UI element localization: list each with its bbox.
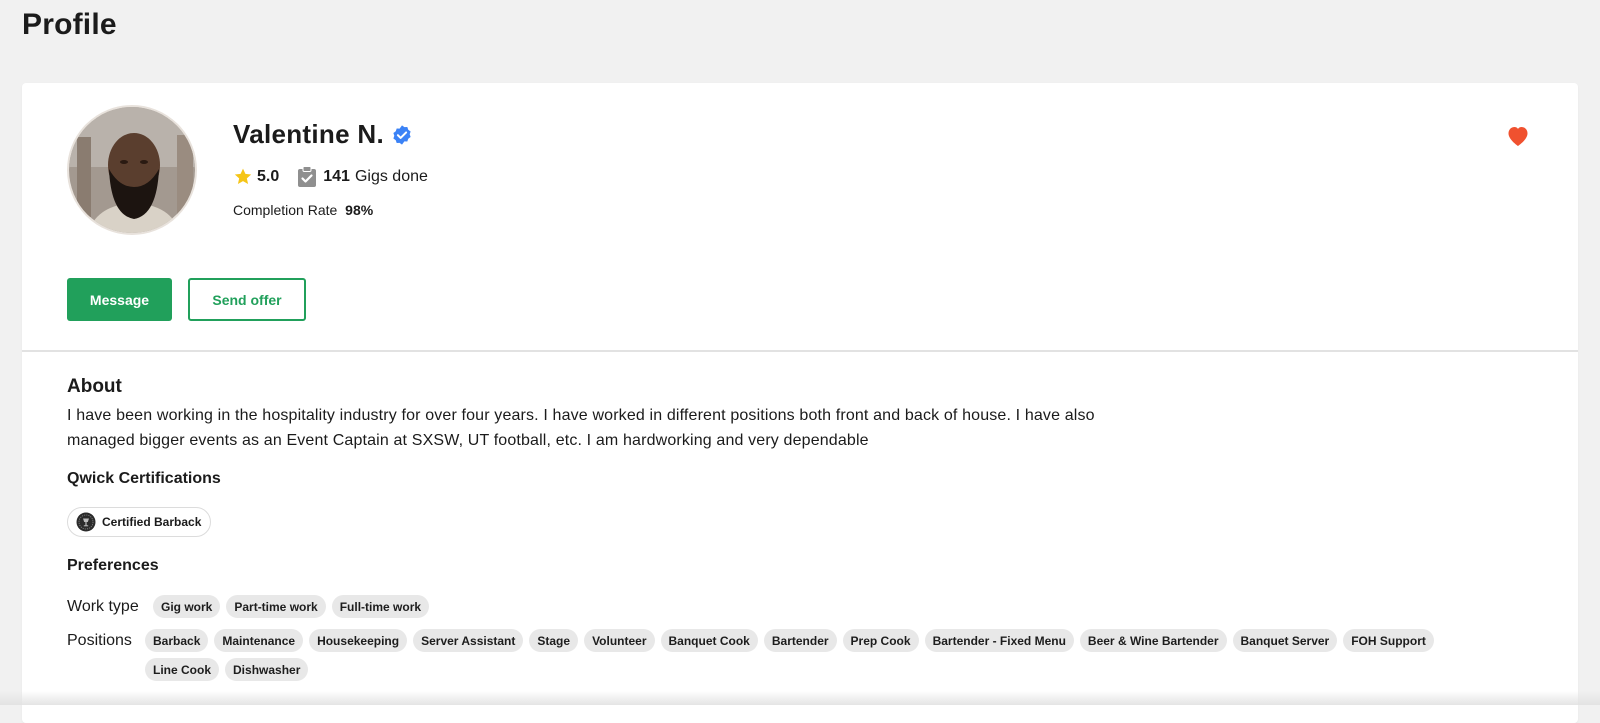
positions-row: Positions Barback Maintenance Housekeepi… xyxy=(67,629,1485,681)
work-type-chip: Full-time work xyxy=(331,595,430,618)
position-chip: Dishwasher xyxy=(225,658,309,681)
positions-list: Barback Maintenance Housekeeping Server … xyxy=(145,629,1485,681)
position-chip: Banquet Cook xyxy=(660,629,758,652)
position-chip: Bartender - Fixed Menu xyxy=(924,629,1074,652)
preferences-title: Preferences xyxy=(67,557,159,574)
gigs-label: Gigs done xyxy=(354,168,428,185)
completion-value: 98% xyxy=(345,202,374,218)
rating-value: 5.0 xyxy=(257,168,280,185)
star-icon xyxy=(233,167,253,187)
name-row: Valentine N. xyxy=(233,119,428,150)
position-chip: Housekeeping xyxy=(309,629,408,652)
position-chip: Barback xyxy=(145,629,209,652)
about-text: I have been working in the hospitality i… xyxy=(67,407,1095,449)
heart-icon[interactable] xyxy=(1506,125,1530,147)
position-chip: Banquet Server xyxy=(1232,629,1338,652)
gigs-count: 141 xyxy=(323,168,350,185)
profile-actions: Message Send offer xyxy=(67,278,306,321)
certification-badge: Certified Barback xyxy=(67,507,212,537)
clipboard-check-icon xyxy=(297,166,317,188)
completion-label: Completion Rate xyxy=(233,202,338,218)
profile-name: Valentine N. xyxy=(233,119,384,149)
position-chip: Stage xyxy=(529,629,579,652)
certifications-title: Qwick Certifications xyxy=(67,470,221,487)
profile-card: Valentine N. 5.0 141 Gigs done Completio… xyxy=(22,83,1578,723)
position-chip: FOH Support xyxy=(1343,629,1434,652)
completion-row: Completion Rate 98% xyxy=(233,202,428,218)
position-chip: Maintenance xyxy=(214,629,304,652)
work-type-chip: Part-time work xyxy=(226,595,326,618)
divider xyxy=(22,350,1578,352)
positions-label: Positions xyxy=(67,632,132,649)
position-chip: Server Assistant xyxy=(413,629,524,652)
verified-badge-icon xyxy=(391,124,413,146)
position-chip: Line Cook xyxy=(145,658,220,681)
page-title: Profile xyxy=(22,8,117,41)
position-chip: Bartender xyxy=(763,629,837,652)
message-button[interactable]: Message xyxy=(67,278,172,321)
send-offer-button[interactable]: Send offer xyxy=(188,278,306,321)
profile-info: Valentine N. 5.0 141 Gigs done Completio… xyxy=(233,119,428,218)
certification-seal-icon xyxy=(76,512,96,532)
position-chip: Volunteer xyxy=(584,629,655,652)
about-title: About xyxy=(67,376,122,397)
avatar xyxy=(67,105,197,235)
stats-row: 5.0 141 Gigs done xyxy=(233,166,428,188)
certification-label: Certified Barback xyxy=(102,515,202,529)
work-type-label: Work type xyxy=(67,597,139,615)
work-type-chip: Gig work xyxy=(153,595,221,618)
work-type-row: Work type Gig work Part-time work Full-t… xyxy=(67,595,435,618)
position-chip: Beer & Wine Bartender xyxy=(1079,629,1227,652)
position-chip: Prep Cook xyxy=(842,629,919,652)
